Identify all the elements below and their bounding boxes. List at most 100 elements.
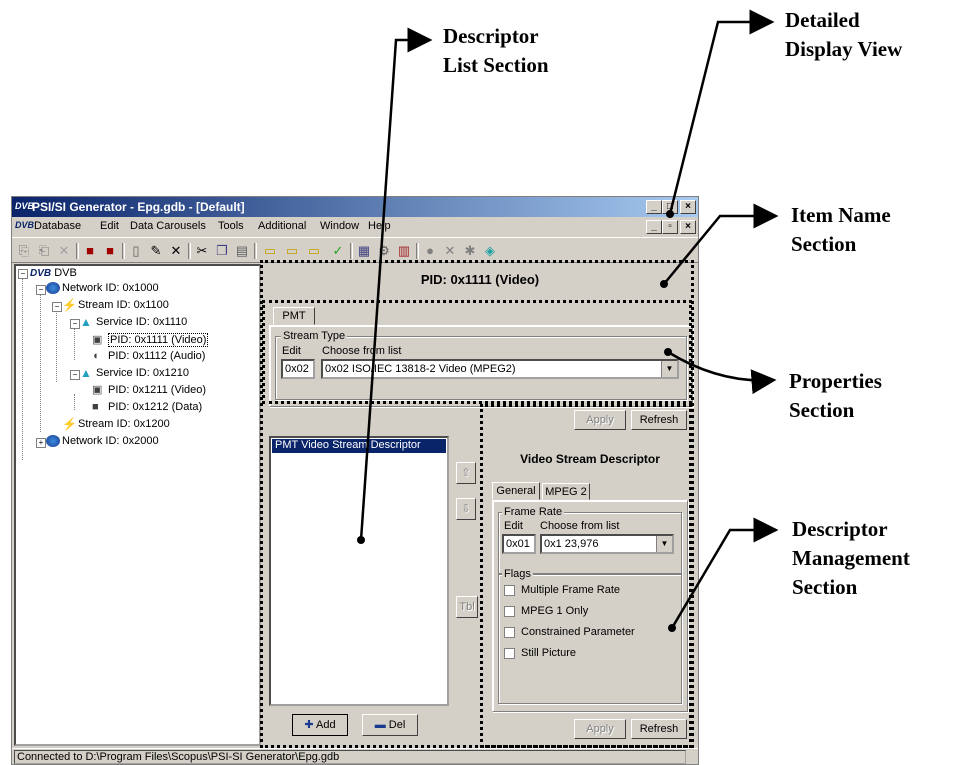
collapse-icon[interactable]: −: [70, 319, 80, 329]
tree-node-pid-1111[interactable]: ▣ PID: 0x1111 (Video): [92, 333, 209, 347]
tree-node-stream-1200[interactable]: ⚡Stream ID: 0x1200: [62, 418, 170, 430]
folder-1-icon[interactable]: ▭: [262, 243, 278, 259]
dish-icon: ▲: [80, 366, 92, 381]
toolbar-separator: [188, 243, 191, 259]
tree-label: Stream ID: 0x1100: [78, 299, 169, 311]
tree-label: Stream ID: 0x1200: [78, 418, 170, 430]
close-button[interactable]: ×: [680, 200, 696, 214]
toolbar-separator: [76, 243, 79, 259]
status-bar: Connected to D:\Program Files\Scopus\PSI…: [12, 748, 698, 765]
expand-icon[interactable]: +: [36, 438, 46, 448]
callout-descriptor-management: Descriptor Management Section: [792, 515, 910, 602]
folder-3-icon[interactable]: ▭: [306, 243, 322, 259]
edit-icon[interactable]: ✎: [148, 243, 164, 259]
toolbar-separator: [122, 243, 125, 259]
paste-icon[interactable]: ▤: [234, 243, 250, 259]
stop-icon[interactable]: ●: [422, 243, 438, 259]
tree-node-network-1000[interactable]: Network ID: 0x1000: [46, 282, 159, 295]
collapse-icon[interactable]: −: [18, 269, 28, 279]
tree-node-dvb[interactable]: DVB DVB: [30, 267, 77, 279]
tree-label: PID: 0x1212 (Data): [108, 401, 203, 413]
child-restore-button[interactable]: ▫: [662, 220, 678, 234]
maximize-button[interactable]: □: [662, 200, 678, 214]
tree-node-network-2000[interactable]: Network ID: 0x2000: [46, 435, 159, 448]
callout-text: List Section: [443, 53, 549, 77]
arrow-detailed-display: [668, 9, 775, 215]
tree-label: PID: 0x1111 (Video): [108, 333, 209, 347]
video-camera-icon: ▣: [92, 334, 103, 347]
tree-node-pid-1211[interactable]: ▣ PID: 0x1211 (Video): [92, 384, 206, 396]
callout-text: Detailed: [785, 8, 860, 32]
check-icon[interactable]: ✓: [330, 243, 346, 259]
menu-data-carousels[interactable]: Data Carousels: [130, 220, 206, 232]
callout-properties: Properties Section: [789, 367, 882, 425]
satellite-icon: ⚡: [62, 298, 77, 313]
menu-database[interactable]: Database: [34, 220, 81, 232]
callout-text: Descriptor: [443, 24, 539, 48]
dish-icon: ▲: [80, 315, 92, 330]
tools-icon[interactable]: ✕: [442, 243, 458, 259]
menu-edit[interactable]: Edit: [100, 220, 119, 232]
descriptor-management-outline: [480, 404, 692, 748]
menu-help[interactable]: Help: [368, 220, 391, 232]
callout-text: Section: [792, 575, 858, 599]
minimize-button[interactable]: _: [646, 200, 662, 214]
delete-icon[interactable]: ✕: [168, 243, 184, 259]
callout-detailed-display: Detailed Display View: [785, 6, 902, 64]
child-minimize-button[interactable]: _: [646, 220, 662, 234]
title-bar: DVB PSI/SI Generator - Epg.gdb - [Defaul…: [12, 197, 698, 217]
tree-node-pid-1112[interactable]: ◖ PID: 0x1112 (Audio): [92, 350, 205, 362]
report-icon[interactable]: ▥: [396, 243, 412, 259]
globe-icon: [46, 282, 60, 295]
tree-node-pid-1212[interactable]: ■ PID: 0x1212 (Data): [92, 401, 202, 413]
gear-icon[interactable]: ✱: [462, 243, 478, 259]
open-db-icon[interactable]: ⎗: [36, 243, 52, 259]
collapse-icon[interactable]: −: [70, 370, 80, 380]
tree-node-service-1110[interactable]: ▲ Service ID: 0x1110: [80, 316, 187, 328]
callout-text: Section: [789, 398, 855, 422]
cut-icon[interactable]: ✂: [194, 243, 210, 259]
database-tree[interactable]: − DVB DVB − Network ID: 0x1000 − ⚡Stream…: [14, 264, 261, 746]
callout-text: Section: [791, 232, 857, 256]
menu-tools[interactable]: Tools: [218, 220, 244, 232]
save-as-icon[interactable]: ■: [102, 243, 118, 259]
callout-text: Display View: [785, 37, 903, 61]
tree-label: PID: 0x1112 (Audio): [108, 350, 206, 362]
menu-additional[interactable]: Additional: [258, 220, 306, 232]
menu-bar: DVB Database Edit Data Carousels Tools A…: [12, 217, 698, 236]
copy-icon[interactable]: ❐: [214, 243, 230, 259]
menu-window[interactable]: Window: [320, 220, 359, 232]
tree-label: Service ID: 0x1210: [96, 367, 189, 379]
tree-node-stream-1100[interactable]: ⚡Stream ID: 0x1100: [62, 299, 169, 311]
disconnect-icon[interactable]: ✕: [56, 243, 72, 259]
new-icon[interactable]: ▯: [128, 243, 144, 259]
collapse-icon[interactable]: −: [52, 302, 62, 312]
tree-label: Network ID: 0x2000: [62, 435, 159, 447]
collapse-icon[interactable]: −: [36, 285, 46, 295]
dvb-menu-icon: DVB: [15, 220, 35, 230]
table-icon[interactable]: ▦: [356, 243, 372, 259]
callout-descriptor-list: Descriptor List Section: [443, 22, 549, 80]
callout-text: Properties: [789, 369, 882, 393]
callout-text: Item Name: [791, 203, 891, 227]
dvb-logo-icon: DVB: [30, 268, 52, 279]
globe-icon: [46, 435, 60, 448]
tree-node-service-1210[interactable]: ▲ Service ID: 0x1210: [80, 367, 189, 379]
folder-2-icon[interactable]: ▭: [284, 243, 300, 259]
toolbar-separator: [416, 243, 419, 259]
toolbar-separator: [350, 243, 353, 259]
window-title: PSI/SI Generator - Epg.gdb - [Default]: [32, 200, 245, 214]
toolbar-separator: [254, 243, 257, 259]
tree-label: PID: 0x1211 (Video): [108, 384, 207, 396]
speaker-icon: ◖: [92, 350, 99, 363]
child-close-button[interactable]: ×: [680, 220, 696, 234]
video-camera-icon: ▣: [92, 384, 103, 397]
tree-label: Service ID: 0x1110: [96, 316, 188, 328]
connect-icon[interactable]: ⎘: [16, 243, 32, 259]
tree-label: DVB: [54, 267, 77, 279]
status-text: Connected to D:\Program Files\Scopus\PSI…: [14, 750, 686, 764]
cube-icon[interactable]: ◈: [482, 243, 498, 259]
settings-icon[interactable]: ⚙: [376, 243, 392, 259]
save-icon[interactable]: ■: [82, 243, 98, 259]
satellite-icon: ⚡: [62, 417, 77, 432]
